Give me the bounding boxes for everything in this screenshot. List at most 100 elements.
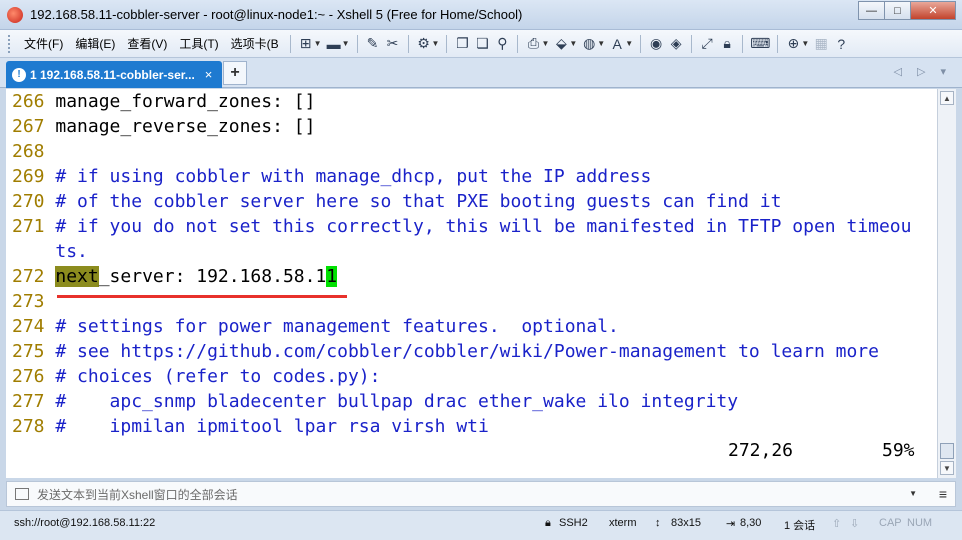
find-icon[interactable]: ⚲ <box>492 34 512 54</box>
arrow-up-icon[interactable]: ⇧ <box>832 517 841 530</box>
terminal-line: 276 # choices (refer to codes.py): <box>12 366 381 387</box>
transfer-icon[interactable]: ⬙ <box>551 34 571 54</box>
menu-file[interactable]: 文件(F) <box>18 35 69 52</box>
scroll-down-icon[interactable]: ▼ <box>940 461 954 475</box>
status-bar: ssh://root@192.168.58.11:22 🔒︎ SSH2 xter… <box>0 510 962 540</box>
compose-icon <box>15 488 29 500</box>
terminal-line: 270 # of the cobbler server here so that… <box>12 191 782 212</box>
minimize-button[interactable]: — <box>858 1 885 20</box>
globe-icon[interactable]: ◍ <box>579 34 599 54</box>
tab-session[interactable]: ! 1 192.168.58.11-cobbler-ser... × <box>6 61 222 88</box>
terminal-line: 267 manage_reverse_zones: [] <box>12 116 316 137</box>
caps-lock-indicator: CAP <box>879 517 902 529</box>
dropdown-arrow-icon[interactable]: ▼ <box>541 39 549 48</box>
lock-icon[interactable]: 🔒︎ <box>717 34 737 54</box>
terminal-line: 271 # if you do not set this correctly, … <box>12 216 912 237</box>
cursor-icon: ⇥ <box>726 518 736 530</box>
toolbar-grip[interactable] <box>8 34 12 53</box>
terminal-line: 274 # settings for power management feat… <box>12 316 619 337</box>
search-highlight: next <box>55 266 99 287</box>
tab-label: 1 192.168.58.11-cobbler-ser... <box>30 67 195 82</box>
toolbar-separator <box>356 34 358 53</box>
tab-bar: ! 1 192.168.58.11-cobbler-ser... × + ◁ ▷… <box>0 58 962 88</box>
terminal-line: 277 # apc_snmp bladecenter bullpap drac … <box>12 391 739 412</box>
vim-cursor-position: 272,26 <box>728 440 794 461</box>
terminal-line-next-server: 272 next_server: 192.168.58.11 <box>12 266 338 287</box>
xshell-logo-icon <box>7 7 23 23</box>
scroll-thumb[interactable] <box>940 443 954 459</box>
dropdown-arrow-icon[interactable]: ▼ <box>801 39 809 48</box>
terminal-line: 278 # ipmilan ipmitool lpar rsa virsh wt… <box>12 416 489 437</box>
paste-icon[interactable]: ❏ <box>472 34 492 54</box>
font-icon[interactable]: A <box>607 34 627 54</box>
connection-info: ssh://root@192.168.58.11:22 <box>14 517 156 529</box>
reconnect-icon[interactable]: ✎ <box>363 34 383 54</box>
menu-tabs[interactable]: 选项卡(B <box>225 35 285 52</box>
dropdown-arrow-icon[interactable]: ▼ <box>625 39 633 48</box>
maximize-button[interactable]: □ <box>884 1 911 20</box>
toolbar-separator <box>407 34 409 53</box>
toolbar-separator <box>742 34 744 53</box>
arrow-down-icon[interactable]: ⇩ <box>850 517 859 530</box>
xftp-icon[interactable]: ◉ <box>646 34 666 54</box>
print-icon[interactable]: ⎙ <box>523 34 543 54</box>
help-icon[interactable]: ? <box>831 34 851 54</box>
compose-bar[interactable]: 发送文本到当前Xshell窗口的全部会话 ▼ ≡ <box>6 481 956 507</box>
menu-edit[interactable]: 编辑(E) <box>69 35 121 52</box>
text-cursor: 1 <box>326 266 338 287</box>
window-title: 192.168.58.11-cobbler-server - root@linu… <box>30 7 523 22</box>
lock-small-icon: 🔒︎ <box>545 517 551 529</box>
terminal-line: 269 # if using cobbler with manage_dhcp,… <box>12 166 652 187</box>
terminal-line: 275 # see https://github.com/cobbler/cob… <box>12 341 879 362</box>
compose-input[interactable]: 发送文本到当前Xshell窗口的全部会话 <box>37 486 238 503</box>
toolbar-separator <box>446 34 448 53</box>
session-count: 1 会话 <box>784 520 816 532</box>
cursor-position: 8,30 <box>740 517 762 529</box>
compose-dropdown-icon[interactable]: ▼ <box>909 489 917 498</box>
keyboard-icon[interactable]: ⌨ <box>748 34 772 54</box>
terminal-line: ts. <box>55 241 88 262</box>
resize-icon: ↕ <box>655 517 661 529</box>
copy-icon[interactable]: ❐ <box>452 34 472 54</box>
fullscreen-icon[interactable]: ⤢ <box>697 34 717 54</box>
close-button[interactable]: ✕ <box>910 1 956 20</box>
script-icon[interactable]: ◈ <box>666 34 686 54</box>
properties-icon[interactable]: ⚙ <box>414 34 434 54</box>
new-tab-button[interactable]: + <box>223 61 247 85</box>
num-lock-indicator: NUM <box>907 517 933 529</box>
dropdown-arrow-icon[interactable]: ▼ <box>342 39 350 48</box>
terminal-area[interactable]: 266 manage_forward_zones: [] 267 manage_… <box>6 89 937 478</box>
vertical-scrollbar[interactable]: ▲ ▼ <box>937 89 956 478</box>
dropdown-arrow-icon[interactable]: ▼ <box>597 39 605 48</box>
toolbar-separator <box>640 34 642 53</box>
terminal-line: 273 <box>12 291 45 312</box>
open-folder-icon[interactable]: ▬ <box>324 34 344 54</box>
terminal-size: 83x15 <box>671 517 701 529</box>
new-session-icon[interactable]: ⊞ <box>296 34 316 54</box>
menu-view[interactable]: 查看(V) <box>121 35 173 52</box>
protocol: SSH2 <box>559 517 588 529</box>
scroll-up-icon[interactable]: ▲ <box>940 91 954 105</box>
menu-tools[interactable]: 工具(T) <box>173 35 224 52</box>
tab-navigation-icon[interactable]: ◁ ▷ ▾ <box>893 65 952 78</box>
annotation-underline <box>57 295 347 298</box>
disconnect-icon[interactable]: ✂ <box>383 34 403 54</box>
vim-scroll-percent: 59% <box>882 440 915 461</box>
add-layout-icon[interactable]: ⊕ <box>783 34 803 54</box>
title-bar: 192.168.58.11-cobbler-server - root@linu… <box>0 0 962 30</box>
toolbar-separator <box>289 34 291 53</box>
terminal-type: xterm <box>609 517 637 529</box>
dropdown-arrow-icon[interactable]: ▼ <box>432 39 440 48</box>
tile-icon[interactable]: ▦ <box>811 34 831 54</box>
dropdown-arrow-icon[interactable]: ▼ <box>569 39 577 48</box>
toolbar-separator <box>777 34 779 53</box>
tab-close-icon[interactable]: × <box>205 67 213 82</box>
menu-toolbar: 文件(F) 编辑(E) 查看(V) 工具(T) 选项卡(B ⊞ ▼ ▬ ▼ ✎ ✂ … <box>0 30 962 58</box>
dropdown-arrow-icon[interactable]: ▼ <box>314 39 322 48</box>
terminal-line: 266 manage_forward_zones: [] <box>12 91 316 112</box>
terminal-line: 268 <box>12 141 45 162</box>
compose-menu-icon[interactable]: ≡ <box>939 486 947 502</box>
warning-icon: ! <box>12 67 26 82</box>
window-controls: — □ ✕ <box>858 1 956 20</box>
toolbar-separator <box>691 34 693 53</box>
